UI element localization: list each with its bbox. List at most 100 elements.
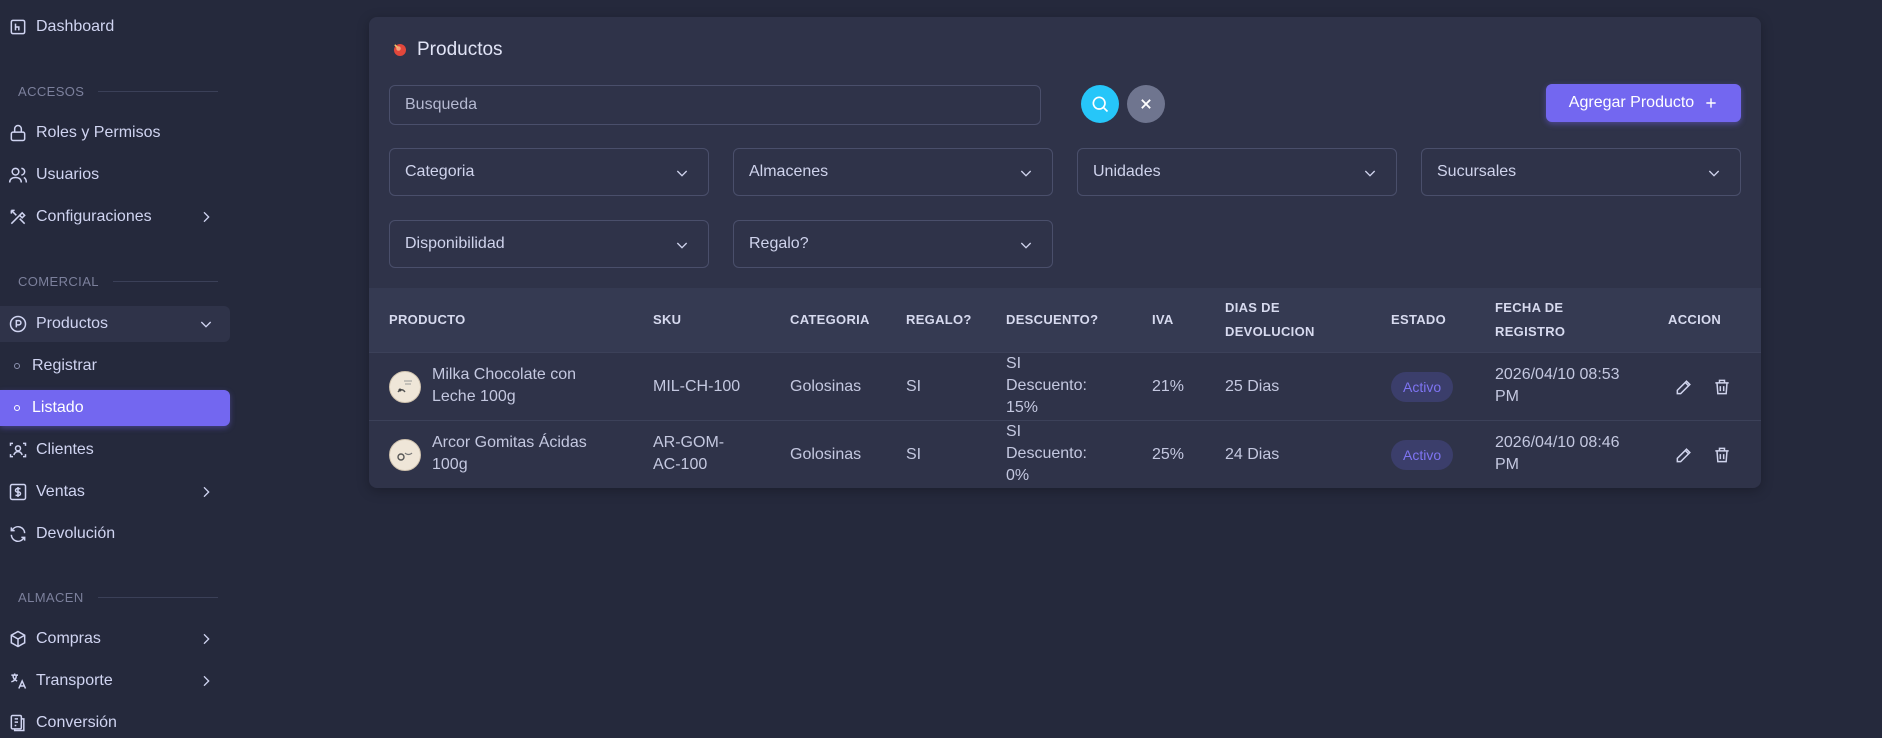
cell-regalo: SI (906, 378, 922, 395)
edit-icon[interactable] (1674, 377, 1694, 397)
nav-clientes[interactable]: Clientes (0, 432, 230, 468)
nav-roles[interactable]: Roles y Permisos (0, 115, 230, 151)
cell-descuento-line1: SI (1006, 423, 1022, 440)
nav-productos[interactable]: Productos (0, 306, 230, 342)
bullet-icon (14, 405, 20, 411)
section-comercial: COMERCIAL (18, 274, 218, 289)
cell-descuento: SI Descuento: 15% (1006, 353, 1087, 419)
cell-iva: 21% (1152, 378, 1185, 395)
cell-fecha-line1: 2026/04/10 08:53 (1495, 366, 1620, 383)
cell-dias: 24 Dias (1225, 446, 1280, 463)
cell-sku: MIL-CH-100 (653, 376, 740, 398)
cell-producto-line2: Leche 100g (432, 388, 516, 405)
status-badge: Activo (1391, 372, 1454, 402)
plus-icon (1706, 98, 1716, 108)
nav-compras[interactable]: Compras (0, 621, 230, 657)
add-product-button[interactable]: Agregar Producto (1546, 84, 1741, 122)
sidebar: Dashboard ACCESOS Roles y Permisos Usuar… (0, 0, 232, 738)
product-thumbnail (389, 371, 421, 403)
page-title-text: Productos (417, 39, 503, 60)
th-dias-line2: DEVOLUCION (1225, 324, 1315, 339)
nav-conversion[interactable]: Conversión (0, 705, 230, 738)
product-thumbnail (389, 439, 421, 471)
product-p-icon (8, 314, 28, 334)
dollar-icon (8, 482, 28, 502)
nav-compras-label: Compras (36, 630, 101, 647)
nav-roles-label: Roles y Permisos (36, 124, 161, 141)
trash-icon[interactable] (1712, 377, 1732, 397)
cell-fecha: 2026/04/10 08:46 PM (1495, 432, 1620, 476)
dashboard-icon (8, 17, 28, 37)
filter-disponibilidad[interactable]: Disponibilidad (389, 220, 709, 268)
cell-fecha-line2: PM (1495, 456, 1519, 473)
cell-sku-line2: AC-100 (653, 456, 708, 473)
translate-icon (8, 671, 28, 691)
cell-descuento-line2: Descuento: (1006, 377, 1087, 394)
candy-logo-icon (394, 44, 406, 56)
nav-registrar-label: Registrar (32, 357, 97, 374)
nav-listado[interactable]: Listado (0, 390, 230, 426)
section-accesos: ACCESOS (18, 84, 218, 99)
cell-sku-line1: MIL-CH-100 (653, 378, 741, 395)
th-fecha-line2: REGISTRO (1495, 324, 1566, 339)
chevron-down-icon (676, 170, 688, 177)
th-dias: DIAS DE DEVOLUCION (1225, 296, 1315, 344)
products-card: Productos Agregar Producto Categoria Alm… (369, 17, 1761, 488)
filter-unidades-label: Unidades (1093, 163, 1161, 180)
th-producto: PRODUCTO (389, 312, 466, 327)
clear-button[interactable] (1127, 85, 1165, 123)
lock-icon (8, 123, 28, 143)
filter-almacenes-label: Almacenes (749, 163, 829, 180)
th-sku: SKU (653, 312, 682, 327)
nav-usuarios[interactable]: Usuarios (0, 157, 230, 193)
cell-producto: Arcor Gomitas Ácidas 100g (432, 432, 587, 476)
nav-productos-label: Productos (36, 315, 109, 332)
cell-descuento-line3: 15% (1006, 399, 1039, 416)
trash-icon[interactable] (1712, 445, 1732, 465)
cell-producto-line2: 100g (432, 456, 468, 473)
nav-dashboard[interactable]: Dashboard (0, 9, 230, 45)
chevron-down-icon (1364, 170, 1376, 177)
filter-regalo-label: Regalo? (749, 235, 809, 252)
cell-iva: 25% (1152, 446, 1185, 463)
filter-categoria[interactable]: Categoria (389, 148, 709, 196)
nav-devolucion[interactable]: Devolución (0, 516, 230, 552)
cell-producto-line1: Arcor Gomitas Ácidas (432, 434, 587, 451)
th-estado: ESTADO (1391, 312, 1447, 327)
cell-categoria: Golosinas (790, 446, 862, 463)
chevron-down-icon (1020, 242, 1032, 249)
cell-sku-line1: AR-GOM- (653, 434, 725, 451)
tools-icon (8, 207, 28, 227)
nav-configuraciones[interactable]: Configuraciones (0, 199, 230, 235)
cell-producto-line1: Milka Chocolate con (432, 366, 577, 383)
nav-transporte[interactable]: Transporte (0, 663, 230, 699)
cell-descuento-line2: Descuento: (1006, 445, 1087, 462)
search-button[interactable] (1081, 85, 1119, 123)
cell-fecha-line1: 2026/04/10 08:46 (1495, 434, 1620, 451)
cell-categoria: Golosinas (790, 378, 862, 395)
chevron-down-icon (200, 321, 212, 328)
table-row: Arcor Gomitas Ácidas 100g AR-GOM- AC-100… (369, 420, 1761, 488)
cell-producto: Milka Chocolate con Leche 100g (432, 364, 576, 408)
filter-regalo[interactable]: Regalo? (733, 220, 1053, 268)
search-input[interactable] (389, 85, 1041, 125)
th-iva: IVA (1152, 312, 1174, 327)
th-dias-line1: DIAS DE (1225, 300, 1280, 315)
nav-ventas[interactable]: Ventas (0, 474, 230, 510)
nav-registrar[interactable]: Registrar (0, 348, 230, 384)
nav-transporte-label: Transporte (36, 672, 113, 689)
th-fecha-line1: FECHA DE (1495, 300, 1564, 315)
search-icon (1092, 96, 1109, 113)
refresh-icon (8, 524, 28, 544)
th-accion: ACCION (1668, 312, 1722, 327)
filter-unidades[interactable]: Unidades (1077, 148, 1397, 196)
nav-listado-label: Listado (32, 399, 84, 416)
th-regalo: REGALO? (906, 312, 972, 327)
chevron-down-icon (1020, 170, 1032, 177)
page-title: Productos (391, 39, 503, 61)
filter-sucursales[interactable]: Sucursales (1421, 148, 1741, 196)
edit-icon[interactable] (1674, 445, 1694, 465)
filter-almacenes[interactable]: Almacenes (733, 148, 1053, 196)
cell-fecha-line2: PM (1495, 388, 1519, 405)
cell-dias: 25 Dias (1225, 378, 1280, 395)
